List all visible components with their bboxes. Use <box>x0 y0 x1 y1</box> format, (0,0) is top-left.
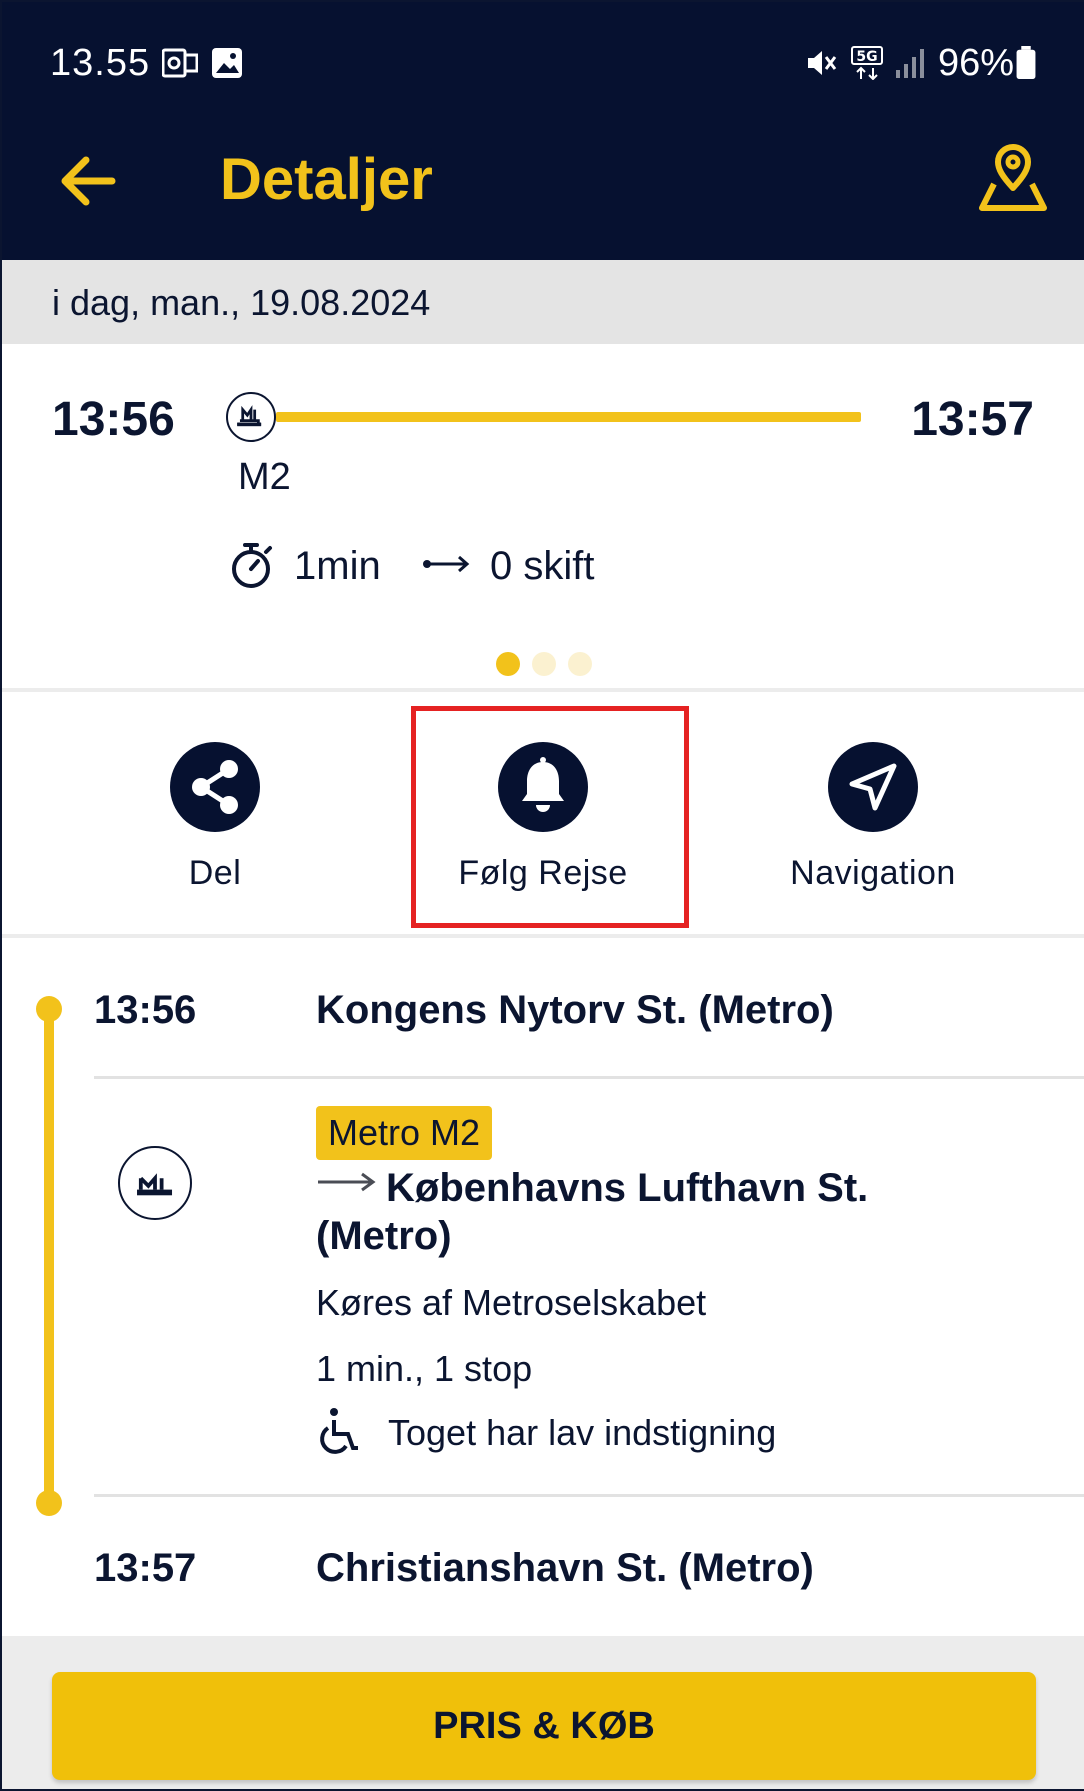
date-label: i dag, man., 19.08.2024 <box>52 282 431 323</box>
share-button[interactable]: Del <box>85 742 345 912</box>
trip-duration: 1min <box>294 544 381 588</box>
navigation-button[interactable]: Navigation <box>743 742 1003 912</box>
signal-icon <box>896 49 924 78</box>
status-bar: 13.55 5G 96% <box>2 2 1084 94</box>
date-band: i dag, man., 19.08.2024 <box>2 260 1084 344</box>
price-buy-button[interactable]: PRIS & KØB <box>52 1672 1036 1780</box>
page-dot-active <box>496 652 520 676</box>
arrival-time: 13:57 <box>911 393 1034 446</box>
gallery-icon <box>212 48 242 78</box>
navigation-arrow-icon <box>828 742 918 832</box>
page-dot <box>532 652 556 676</box>
map-pin-icon[interactable] <box>976 140 1050 214</box>
share-label: Del <box>188 854 242 892</box>
leg-direction: Københavns Lufthavn St. (Metro) <box>316 1166 869 1258</box>
navigation-label: Navigation <box>790 854 956 892</box>
page-dot <box>568 652 592 676</box>
app-bar: Detaljer <box>2 94 1084 260</box>
trip-changes: 0 skift <box>490 544 595 588</box>
divider <box>94 1076 1084 1079</box>
bottom-bar: PRIS & KØB <box>2 1636 1084 1789</box>
departure-time: 13:56 <box>52 393 175 446</box>
leg-duration: 1 min., 1 stop <box>316 1348 533 1389</box>
battery-percent: 96% <box>938 42 1015 84</box>
mute-icon <box>808 51 837 75</box>
origin-stop[interactable]: Kongens Nytorv St. (Metro) <box>316 988 834 1033</box>
status-time: 13.55 <box>50 42 151 84</box>
divider <box>94 1494 1084 1497</box>
line-badge: Metro M2 <box>316 1106 493 1160</box>
5g-icon: 5G <box>851 46 883 80</box>
stopwatch-icon <box>232 543 272 588</box>
origin-time: 13:56 <box>94 988 197 1032</box>
svg-text:5G: 5G <box>856 49 877 65</box>
leg-accessibility: Toget har lav indstigning <box>388 1412 777 1453</box>
leg-operator: Køres af Metroselskabet <box>316 1282 707 1323</box>
battery-icon <box>1016 46 1036 80</box>
arrow-left-icon[interactable] <box>54 146 124 216</box>
line-label: M2 <box>238 456 291 498</box>
timeline-dot-origin <box>36 996 62 1022</box>
page-title: Detaljer <box>220 147 433 212</box>
route-bar <box>276 412 861 422</box>
destination-time: 13:57 <box>94 1546 197 1590</box>
metro-icon <box>226 392 276 442</box>
destination-stop[interactable]: Christianshavn St. (Metro) <box>316 1546 814 1591</box>
share-icon <box>170 742 260 832</box>
itinerary: 13:56 Kongens Nytorv St. (Metro) Metro M… <box>2 938 1084 1636</box>
app-frame: 13.55 5G 96% Detaljer i dag, man., 19.08… <box>0 0 1084 1791</box>
metro-icon <box>118 1146 192 1220</box>
changes-icon <box>423 555 470 573</box>
trip-summary-card[interactable]: 13:56 13:57 M2 1min 0 skift <box>2 344 1084 688</box>
timeline-line <box>44 1008 54 1502</box>
highlight-box <box>411 706 689 928</box>
wheelchair-icon <box>320 1408 358 1454</box>
outlook-icon <box>162 48 198 78</box>
timeline-dot-destination <box>36 1490 62 1516</box>
